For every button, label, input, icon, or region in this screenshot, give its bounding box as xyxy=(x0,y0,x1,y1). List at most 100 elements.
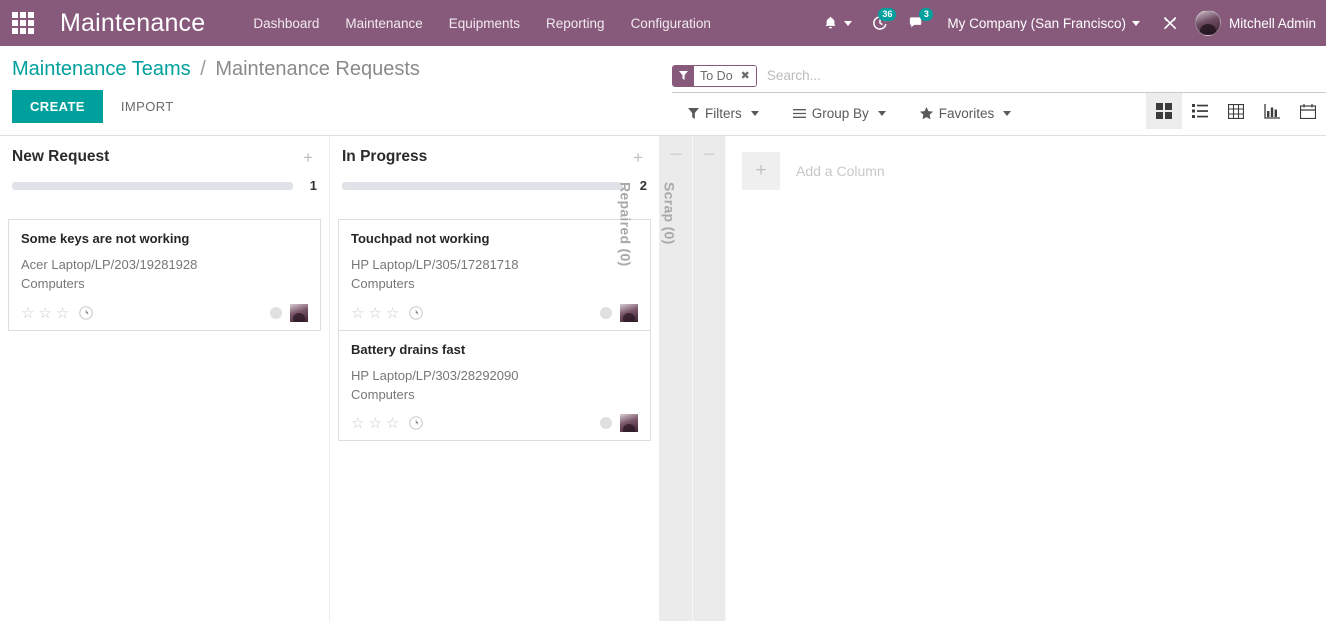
notifications-button[interactable] xyxy=(813,0,862,46)
create-button[interactable]: CREATE xyxy=(12,90,103,123)
folded-column-label: Scrap (0) xyxy=(661,182,678,245)
column-title: New Request xyxy=(12,148,110,165)
card-category: Computers xyxy=(21,275,85,291)
priority-stars[interactable]: ☆ ☆ ☆ xyxy=(21,304,69,322)
breadcrumb-root-link[interactable]: Maintenance Teams xyxy=(12,58,191,80)
group-by-label: Group By xyxy=(811,105,869,121)
menu-item-configuration[interactable]: Configuration xyxy=(631,16,711,31)
priority-stars[interactable]: ☆ ☆ ☆ xyxy=(351,304,399,322)
column-header: In Progress + 2 xyxy=(338,136,651,193)
card-footer: ☆ ☆ ☆ xyxy=(351,303,638,322)
activities-button[interactable]: 36 xyxy=(862,0,898,46)
user-name-label: Mitchell Admin xyxy=(1228,15,1316,31)
column-record-count: 2 xyxy=(639,178,647,193)
chevron-down-icon xyxy=(750,110,759,116)
star-icon[interactable]: ☆ xyxy=(38,304,51,322)
favorites-label: Favorites xyxy=(938,105,995,121)
kanban-column-new-request[interactable]: New Request + 1 Some keys are not workin… xyxy=(0,136,330,621)
activity-state-dot[interactable] xyxy=(600,417,612,430)
calendar-icon xyxy=(1300,103,1316,119)
column-progress-bar[interactable] xyxy=(342,181,623,190)
assignee-avatar[interactable] xyxy=(620,303,638,322)
plus-icon[interactable]: + xyxy=(299,149,317,166)
card-equipment: HP Laptop/LP/305/17281718 xyxy=(351,257,519,272)
menu-item-dashboard[interactable]: Dashboard xyxy=(253,16,319,31)
menu-item-reporting[interactable]: Reporting xyxy=(546,16,605,31)
plus-icon[interactable]: + xyxy=(629,149,647,166)
breadcrumb-separator: / xyxy=(200,58,206,80)
activity-state-dot[interactable] xyxy=(270,306,282,319)
star-icon[interactable]: ☆ xyxy=(351,414,364,432)
list-icon xyxy=(1192,104,1208,118)
facet-label: To Do xyxy=(694,65,739,86)
menu-item-equipments[interactable]: Equipments xyxy=(449,16,520,31)
card-category: Computers xyxy=(351,275,415,291)
minus-icon[interactable]: — xyxy=(671,148,682,160)
star-icon xyxy=(919,106,933,119)
search-input[interactable] xyxy=(766,68,1326,83)
app-brand-title: Maintenance xyxy=(60,8,206,37)
kanban-view-button[interactable] xyxy=(1146,93,1182,129)
kanban-squares-icon xyxy=(1156,103,1172,119)
add-column-label: Add a Column xyxy=(796,163,885,179)
activities-count-badge: 36 xyxy=(878,8,897,21)
kanban-column-scrap-folded[interactable]: — Scrap (0) xyxy=(662,136,726,621)
kanban-board: New Request + 1 Some keys are not workin… xyxy=(0,136,1326,621)
kanban-card[interactable]: Touchpad not working HP Laptop/LP/305/17… xyxy=(338,219,651,330)
assignee-avatar[interactable] xyxy=(620,414,638,433)
favorites-dropdown[interactable]: Favorites xyxy=(919,105,1012,121)
clock-icon[interactable] xyxy=(79,305,94,320)
list-view-button[interactable] xyxy=(1182,93,1218,129)
graph-view-button[interactable] xyxy=(1254,93,1290,129)
priority-stars[interactable]: ☆ ☆ ☆ xyxy=(351,414,399,432)
bell-icon xyxy=(826,16,836,29)
star-icon[interactable]: ☆ xyxy=(386,304,399,322)
card-footer: ☆ ☆ ☆ xyxy=(21,303,308,322)
star-icon[interactable]: ☆ xyxy=(21,304,34,322)
chevron-down-icon xyxy=(844,20,853,26)
apps-menu-button[interactable] xyxy=(0,0,46,46)
breadcrumb-current: Maintenance Requests xyxy=(215,58,420,80)
column-progress-bar[interactable] xyxy=(12,181,293,190)
star-icon[interactable]: ☆ xyxy=(368,414,381,432)
view-switcher xyxy=(1146,93,1326,129)
close-x-icon[interactable]: ✖ xyxy=(738,65,756,86)
clock-icon[interactable] xyxy=(409,305,424,320)
star-icon[interactable]: ☆ xyxy=(386,414,399,432)
minus-icon[interactable]: — xyxy=(704,148,715,160)
chevron-down-icon xyxy=(877,110,886,116)
card-equipment: HP Laptop/LP/303/28292090 xyxy=(351,367,519,383)
column-cards: Some keys are not working Acer Laptop/LP… xyxy=(8,219,321,331)
chevron-down-icon xyxy=(1131,20,1140,26)
star-icon[interactable]: ☆ xyxy=(351,304,364,322)
assignee-avatar[interactable] xyxy=(290,303,308,322)
column-cards: Touchpad not working HP Laptop/LP/305/17… xyxy=(338,219,651,442)
group-by-dropdown[interactable]: Group By xyxy=(792,105,886,121)
kanban-card[interactable]: Battery drains fast HP Laptop/LP/303/282… xyxy=(338,329,651,442)
main-menu: Dashboard Maintenance Equipments Reporti… xyxy=(253,16,711,31)
messages-button[interactable]: 3 xyxy=(898,0,935,46)
menu-item-maintenance[interactable]: Maintenance xyxy=(345,16,422,31)
developer-tools-button[interactable] xyxy=(1152,0,1189,46)
kanban-card[interactable]: Some keys are not working Acer Laptop/LP… xyxy=(8,219,321,331)
add-column-button[interactable]: + xyxy=(742,152,780,190)
messages-count-badge: 3 xyxy=(919,8,934,21)
search-bar[interactable]: To Do ✖ xyxy=(672,59,1326,93)
star-icon[interactable]: ☆ xyxy=(56,304,69,322)
grid-apps-icon xyxy=(12,12,34,34)
top-navbar: Maintenance Dashboard Maintenance Equipm… xyxy=(0,0,1326,46)
filters-dropdown[interactable]: Filters xyxy=(688,106,759,121)
clock-icon[interactable] xyxy=(409,416,424,431)
user-menu-button[interactable]: Mitchell Admin xyxy=(1189,10,1326,36)
company-name: My Company (San Francisco) xyxy=(947,15,1126,31)
activity-state-dot[interactable] xyxy=(600,306,612,319)
search-facet-todo[interactable]: To Do ✖ xyxy=(672,64,757,87)
calendar-view-button[interactable] xyxy=(1290,93,1326,129)
kanban-column-in-progress[interactable]: In Progress + 2 Touchpad not working HP … xyxy=(330,136,660,621)
wrench-tools-icon xyxy=(1164,16,1176,29)
pivot-view-button[interactable] xyxy=(1218,93,1254,129)
star-icon[interactable]: ☆ xyxy=(368,304,381,322)
company-switcher[interactable]: My Company (San Francisco) xyxy=(935,16,1152,31)
import-button[interactable]: IMPORT xyxy=(109,90,186,123)
hamburger-lines-icon xyxy=(792,108,806,118)
